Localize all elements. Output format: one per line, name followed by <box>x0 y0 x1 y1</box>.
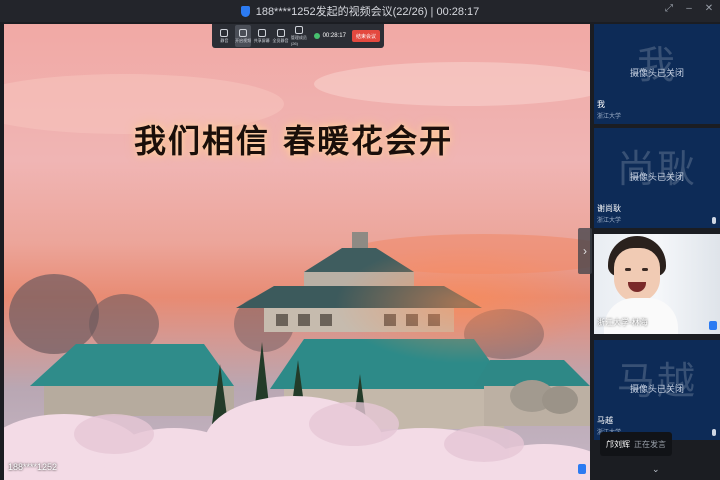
microphone-icon <box>220 28 229 37</box>
timer-text: 00:28:17 <box>322 33 346 39</box>
chevron-down-icon[interactable]: ⌄ <box>652 464 660 475</box>
participant-tile[interactable]: 马越 摄像头已关闭 马越 浙江大学 <box>594 340 720 440</box>
participant-video-tile[interactable]: 浙江大学-林海 <box>594 234 720 334</box>
camera-status: 摄像头已关闭 <box>629 172 684 182</box>
stage-participant-name: 188****1252 <box>8 462 58 472</box>
avatar-text: 尚耿 <box>616 147 697 191</box>
close-icon[interactable]: ✕ <box>704 4 714 14</box>
members-label: 管理成员(26) <box>290 35 307 46</box>
share-screen-icon <box>257 28 266 37</box>
participant-org: 浙江大学 <box>597 114 622 120</box>
speaker-state: 正在发言 <box>634 439 666 449</box>
shield-icon <box>240 5 250 17</box>
mute-button[interactable]: 静音 <box>216 25 233 47</box>
mute-all-icon <box>276 28 285 37</box>
title-bar: 188****1252发起的视频会议(22/26) | 00:28:17 ⤢ –… <box>0 0 720 22</box>
fullscreen-icon[interactable]: ⤢ <box>664 4 674 14</box>
participant-tile[interactable]: 尚耿 摄像头已关闭 谢尚耿 浙江大学 <box>594 128 720 228</box>
manage-members-button[interactable]: 管理成员(26) <box>291 25 308 47</box>
video-label: 开启视频 <box>235 37 252 43</box>
window-controls: ⤢ – ✕ <box>664 4 714 14</box>
meeting-toolbar: 静音 开启视频 共享屏幕 全员静音 管理成员(26) 00:28:17 结束会议 <box>212 24 384 48</box>
camera-icon <box>239 28 248 37</box>
participant-name: 我 <box>597 100 605 109</box>
connection-status-icon <box>313 33 320 39</box>
mute-all-label: 全员静音 <box>272 37 289 43</box>
share-screen-button[interactable]: 共享屏幕 <box>253 25 270 47</box>
sunset-glow <box>334 244 590 364</box>
participant-name: 谢尚耿 <box>597 204 621 213</box>
participant-name: 浙江大学-林海 <box>597 318 648 327</box>
collapse-sidebar-button[interactable]: › <box>578 228 592 274</box>
video-button[interactable]: 开启视频 <box>234 25 252 47</box>
avatar-text: 马越 <box>616 359 697 403</box>
camera-status: 摄像头已关闭 <box>629 384 684 394</box>
window-title: 188****1252发起的视频会议(22/26) | 00:28:17 <box>255 6 480 18</box>
slogan-text: 我们相信 春暖花会开 <box>134 122 454 160</box>
participant-org: 浙江大学 <box>597 218 622 224</box>
microphone-icon <box>712 217 716 224</box>
camera-status: 摄像头已关闭 <box>629 68 684 78</box>
mute-all-button[interactable]: 全员静音 <box>272 25 289 47</box>
shield-icon <box>709 321 717 330</box>
speaker-name: 邝刘辉 <box>606 439 630 449</box>
mute-label: 静音 <box>220 37 229 43</box>
participant-sidebar: 我 摄像头已关闭 我 浙江大学 尚耿 摄像头已关闭 谢尚耿 浙江大学 浙江大学-… <box>594 24 720 480</box>
leave-meeting-button[interactable]: 结束会议 <box>351 30 380 42</box>
meeting-timer: 00:28:17 <box>313 33 346 39</box>
chevron-right-icon: › <box>583 244 587 258</box>
shield-icon <box>578 464 586 474</box>
main-video-stage[interactable]: 我们相信 春暖花会开 188****1252 <box>4 24 590 480</box>
share-label: 共享屏幕 <box>253 37 270 43</box>
avatar-text: 我 <box>636 43 677 87</box>
participant-name: 马越 <box>597 416 613 425</box>
active-speaker-indicator: 邝刘辉 正在发言 <box>600 432 672 456</box>
members-icon <box>295 26 304 34</box>
minimize-icon[interactable]: – <box>684 4 694 14</box>
microphone-icon <box>712 429 716 436</box>
participant-tile[interactable]: 我 摄像头已关闭 我 浙江大学 <box>594 24 720 124</box>
